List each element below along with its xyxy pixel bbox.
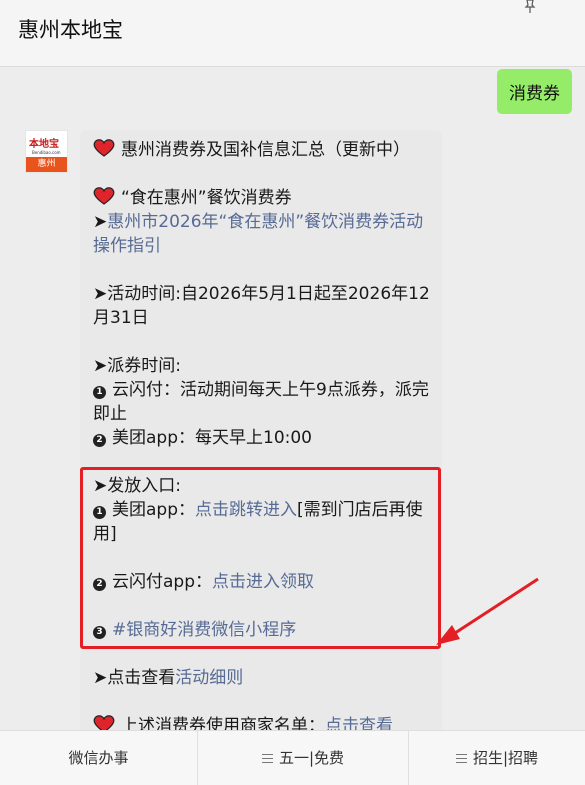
sent-message: 消费券 <box>497 69 572 114</box>
number-2-icon: 2 <box>93 434 106 447</box>
merchants-prefix: 上述消费券使用商家名单： <box>121 716 325 730</box>
avatar-top-text: 本地宝 <box>29 139 59 150</box>
menu-label: 五一|免费 <box>278 749 345 767</box>
avatar[interactable]: 本地宝 Bendibao.com 惠州 <box>25 130 68 173</box>
menu-item-enrollment[interactable]: 招生|招聘 <box>409 731 585 785</box>
menu-item-wechat-services[interactable]: 微信办事 <box>0 731 197 785</box>
activity-time: ➤活动时间:自2026年5月1日起至2026年12月31日 <box>93 284 430 328</box>
dispatch-heading: ➤派券时间: <box>93 356 181 376</box>
heart-icon <box>93 187 115 205</box>
dispatch-item-2: 2 美团app：每天早上10:00 <box>93 426 432 450</box>
menu-label: 招生|招聘 <box>472 749 539 767</box>
menu-icon <box>455 754 467 763</box>
menu-item-may-day[interactable]: 五一|免费 <box>198 731 408 785</box>
avatar-mid-text: Bendibao.com <box>32 150 61 155</box>
sub-title: “食在惠州”餐饮消费券 <box>121 188 292 208</box>
menu-icon <box>261 754 273 763</box>
dispatch-item-1: 1 云闪付：活动期间每天上午9点派券，派完即止 <box>93 378 432 426</box>
chat-header: 惠州本地宝 <box>0 0 585 67</box>
number-1-icon: 1 <box>93 386 106 399</box>
merchants-link[interactable]: 点击查看 <box>325 716 393 730</box>
pin-icon[interactable] <box>523 0 537 14</box>
guide-link[interactable]: 惠州市2026年“食在惠州”餐饮消费券活动操作指引 <box>93 212 423 256</box>
dispatch-1-text: 云闪付：活动期间每天上午9点派券，派完即止 <box>93 380 429 424</box>
heart-icon <box>93 715 115 730</box>
guide-prefix: ➤ <box>93 212 108 232</box>
chat-title: 惠州本地宝 <box>18 18 123 42</box>
details-prefix: ➤点击查看 <box>93 668 176 688</box>
heart-icon <box>93 139 115 157</box>
menu-label: 微信办事 <box>68 749 129 767</box>
avatar-bottom-text: 惠州 <box>26 157 67 172</box>
dispatch-2-text: 美团app：每天早上10:00 <box>112 428 312 448</box>
message-title-line: 惠州消费券及国补信息汇总（更新中） <box>93 138 432 162</box>
chat-area[interactable]: 消费券 本地宝 Bendibao.com 惠州 惠州消费券及国补信息汇总（更新中… <box>0 67 585 730</box>
details-line: ➤点击查看活动细则 <box>93 666 432 690</box>
guide-line: ➤惠州市2026年“食在惠州”餐饮消费券活动操作指引 <box>93 210 432 258</box>
highlight-box <box>80 467 441 649</box>
sub-title-line: “食在惠州”餐饮消费券 <box>93 186 432 210</box>
arrow-annotation <box>436 577 539 645</box>
details-link[interactable]: 活动细则 <box>175 668 243 688</box>
merchants-line: 上述消费券使用商家名单：点击查看 <box>93 714 432 730</box>
bottom-menu: 微信办事 五一|免费 招生|招聘 <box>0 730 585 785</box>
message-title: 惠州消费券及国补信息汇总（更新中） <box>121 140 410 160</box>
